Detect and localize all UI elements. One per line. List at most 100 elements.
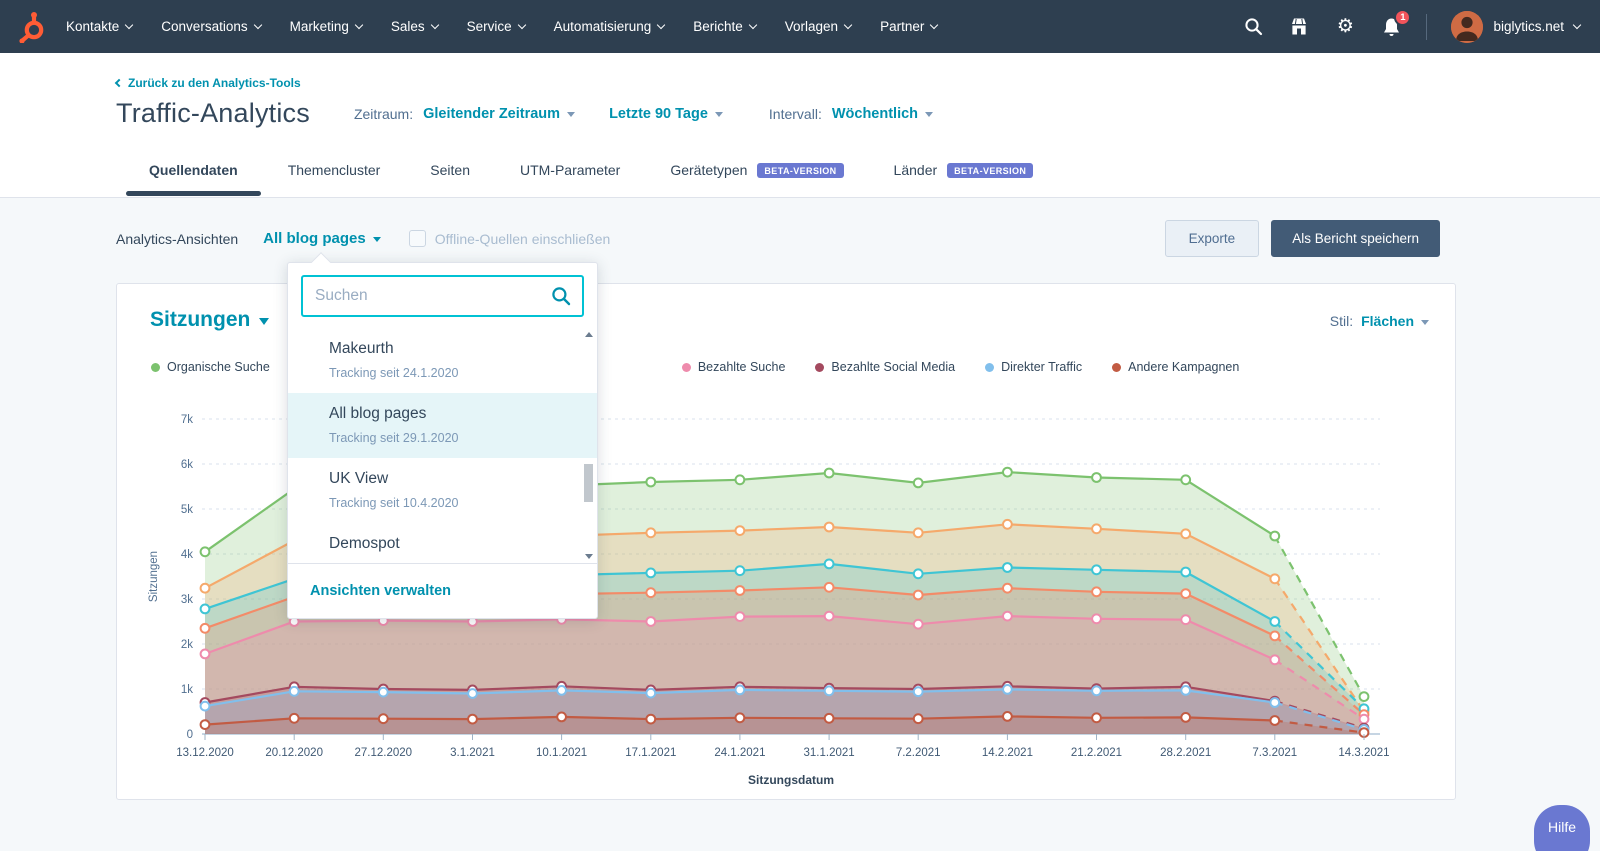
scroll-up-icon[interactable] [585, 332, 593, 337]
caret-down-icon [259, 318, 270, 325]
dropdown-footer: Ansichten verwalten [288, 563, 597, 618]
nav-item-service[interactable]: Service [467, 19, 526, 34]
intervall-dropdown[interactable]: Wöchentlich [831, 105, 934, 122]
chevron-down-icon [1572, 20, 1582, 29]
metric-label: Sitzungen [150, 308, 251, 331]
legend-item[interactable]: Bezahlte Suche [681, 360, 785, 374]
notification-badge: 1 [1394, 8, 1412, 26]
nav-item-berichte[interactable]: Berichte [693, 19, 758, 34]
caret-down-icon [567, 112, 576, 117]
nav-item-vorlagen[interactable]: Vorlagen [785, 19, 853, 34]
account-name: biglytics.net [1493, 19, 1564, 34]
svg-text:2k: 2k [181, 639, 193, 651]
views-list: Makeurth Tracking seit 24.1.2020 All blog … [288, 328, 597, 563]
legend-item[interactable]: Andere Kampagnen [1112, 360, 1239, 374]
svg-text:31.1.2021: 31.1.2021 [804, 747, 855, 759]
nav-item-sales[interactable]: Sales [391, 19, 439, 34]
marketplace-icon[interactable] [1288, 16, 1310, 38]
metric-dropdown[interactable]: Sitzungen [150, 308, 270, 332]
svg-text:13.12.2020: 13.12.2020 [176, 747, 234, 759]
account-menu[interactable]: biglytics.net [1451, 10, 1582, 43]
style-label: Stil: [1329, 313, 1354, 329]
tab-themencluster[interactable]: Themencluster [263, 156, 406, 196]
controls-row: Analytics-Ansichten All blog pages Offli… [116, 220, 1440, 257]
tab-ger-tetypen[interactable]: Gerätetypen BETA-VERSION [645, 156, 868, 196]
title-row: Traffic-Analytics Zeitraum: Gleitender Z… [116, 98, 934, 129]
svg-text:20.12.2020: 20.12.2020 [265, 747, 323, 759]
svg-text:1k: 1k [181, 684, 193, 696]
offline-sources-checkbox[interactable] [408, 230, 426, 247]
legend-item[interactable]: Bezahlte Social Media [815, 360, 955, 374]
avatar [1451, 10, 1484, 43]
nav-menu: Kontakte Conversations Marketing Sales Servi… [66, 19, 939, 34]
nav-item-partner[interactable]: Partner [880, 19, 939, 34]
svg-text:4k: 4k [181, 549, 193, 561]
intervall-value: Wöchentlich [831, 105, 919, 122]
beta-badge: BETA-VERSION [947, 162, 1034, 178]
chevron-down-icon [354, 20, 364, 29]
chevron-down-icon [125, 20, 134, 29]
manage-views-link[interactable]: Ansichten verwalten [310, 583, 451, 599]
top-nav: Kontakte Conversations Marketing Sales Servi… [0, 0, 1600, 53]
action-buttons: Exporte Als Bericht speichern [1164, 220, 1440, 257]
views-search-input[interactable] [301, 275, 584, 317]
nav-item-conversations[interactable]: Conversations [161, 19, 262, 34]
svg-text:7k: 7k [181, 414, 193, 426]
svg-text:24.1.2021: 24.1.2021 [714, 747, 765, 759]
svg-text:0: 0 [187, 729, 193, 741]
notifications-icon[interactable]: 1 [1380, 8, 1412, 38]
svg-text:3k: 3k [181, 594, 193, 606]
style-dropdown[interactable]: Stil: Flächen [1330, 313, 1429, 329]
save-as-report-button[interactable]: Als Bericht speichern [1271, 220, 1440, 257]
caret-down-icon [372, 237, 381, 242]
breadcrumb-back-link[interactable]: Zurück zu den Analytics-Tools [114, 76, 301, 90]
zeitraum-label: Zeitraum: [353, 105, 414, 122]
chevron-down-icon [843, 20, 853, 29]
svg-text:7.3.2021: 7.3.2021 [1252, 747, 1297, 759]
tab-l-nder[interactable]: Länder BETA-VERSION [869, 156, 1059, 196]
svg-text:5k: 5k [181, 504, 193, 516]
legend-dot-icon [151, 362, 160, 372]
help-button[interactable]: Hilfe [1534, 805, 1590, 851]
tab-bar: Quellendaten Themencluster Seiten UTM-Param… [124, 156, 1058, 198]
svg-text:7.2.2021: 7.2.2021 [896, 747, 941, 759]
legend-item[interactable]: Organische Suche [151, 360, 270, 374]
views-label: Analytics-Ansichten [116, 230, 239, 247]
settings-icon[interactable]: ⚙ [1334, 16, 1356, 38]
svg-text:21.2.2021: 21.2.2021 [1071, 747, 1122, 759]
legend-dot-icon [681, 362, 691, 372]
offline-sources-label: Offline-Quellen einschließen [434, 230, 611, 247]
chevron-down-icon [656, 20, 666, 29]
zeitraum-range-dropdown[interactable]: Letzte 90 Tage [609, 106, 723, 122]
page-title: Traffic-Analytics [116, 98, 310, 128]
svg-text:28.2.2021: 28.2.2021 [1160, 747, 1211, 759]
views-list-item[interactable]: UK View Tracking seit 10.4.2020 [288, 458, 597, 523]
hubspot-logo-icon[interactable] [14, 10, 48, 44]
tab-utm-parameter[interactable]: UTM-Parameter [495, 156, 645, 196]
export-button[interactable]: Exporte [1164, 220, 1260, 257]
legend-item[interactable]: Direkter Traffic [985, 360, 1082, 374]
legend-dot-icon [1112, 362, 1122, 372]
scrollbar-thumb[interactable] [584, 464, 593, 503]
views-list-item[interactable]: All blog pages Tracking seit 29.1.2020 [288, 393, 597, 458]
scrollbar[interactable] [583, 328, 595, 563]
tab-seiten[interactable]: Seiten [405, 156, 495, 196]
nav-item-marketing[interactable]: Marketing [290, 19, 364, 34]
zeitraum-type-dropdown[interactable]: Gleitender Zeitraum [423, 106, 576, 122]
svg-text:6k: 6k [181, 459, 193, 471]
views-list-item[interactable]: Makeurth Tracking seit 24.1.2020 [288, 328, 597, 393]
views-list-item[interactable]: Demospot [288, 523, 597, 563]
breadcrumb-label: Zurück zu den Analytics-Tools [128, 76, 301, 90]
search-icon[interactable] [1242, 16, 1264, 38]
chevron-down-icon [517, 20, 526, 29]
nav-item-automatisierung[interactable]: Automatisierung [554, 19, 666, 34]
svg-text:17.1.2021: 17.1.2021 [625, 747, 676, 759]
views-dropdown-trigger[interactable]: All blog pages [263, 230, 381, 247]
offline-sources-option: Offline-Quellen einschließen [408, 230, 611, 247]
search-icon [551, 286, 571, 311]
scroll-down-icon[interactable] [585, 554, 593, 559]
nav-item-kontakte[interactable]: Kontakte [66, 19, 134, 34]
views-dropdown-panel: MakeurthTracking seit 24.1.2020All blog … [287, 252, 598, 619]
tab-quellendaten[interactable]: Quellendaten [124, 156, 263, 196]
svg-text:10.1.2021: 10.1.2021 [536, 747, 587, 759]
